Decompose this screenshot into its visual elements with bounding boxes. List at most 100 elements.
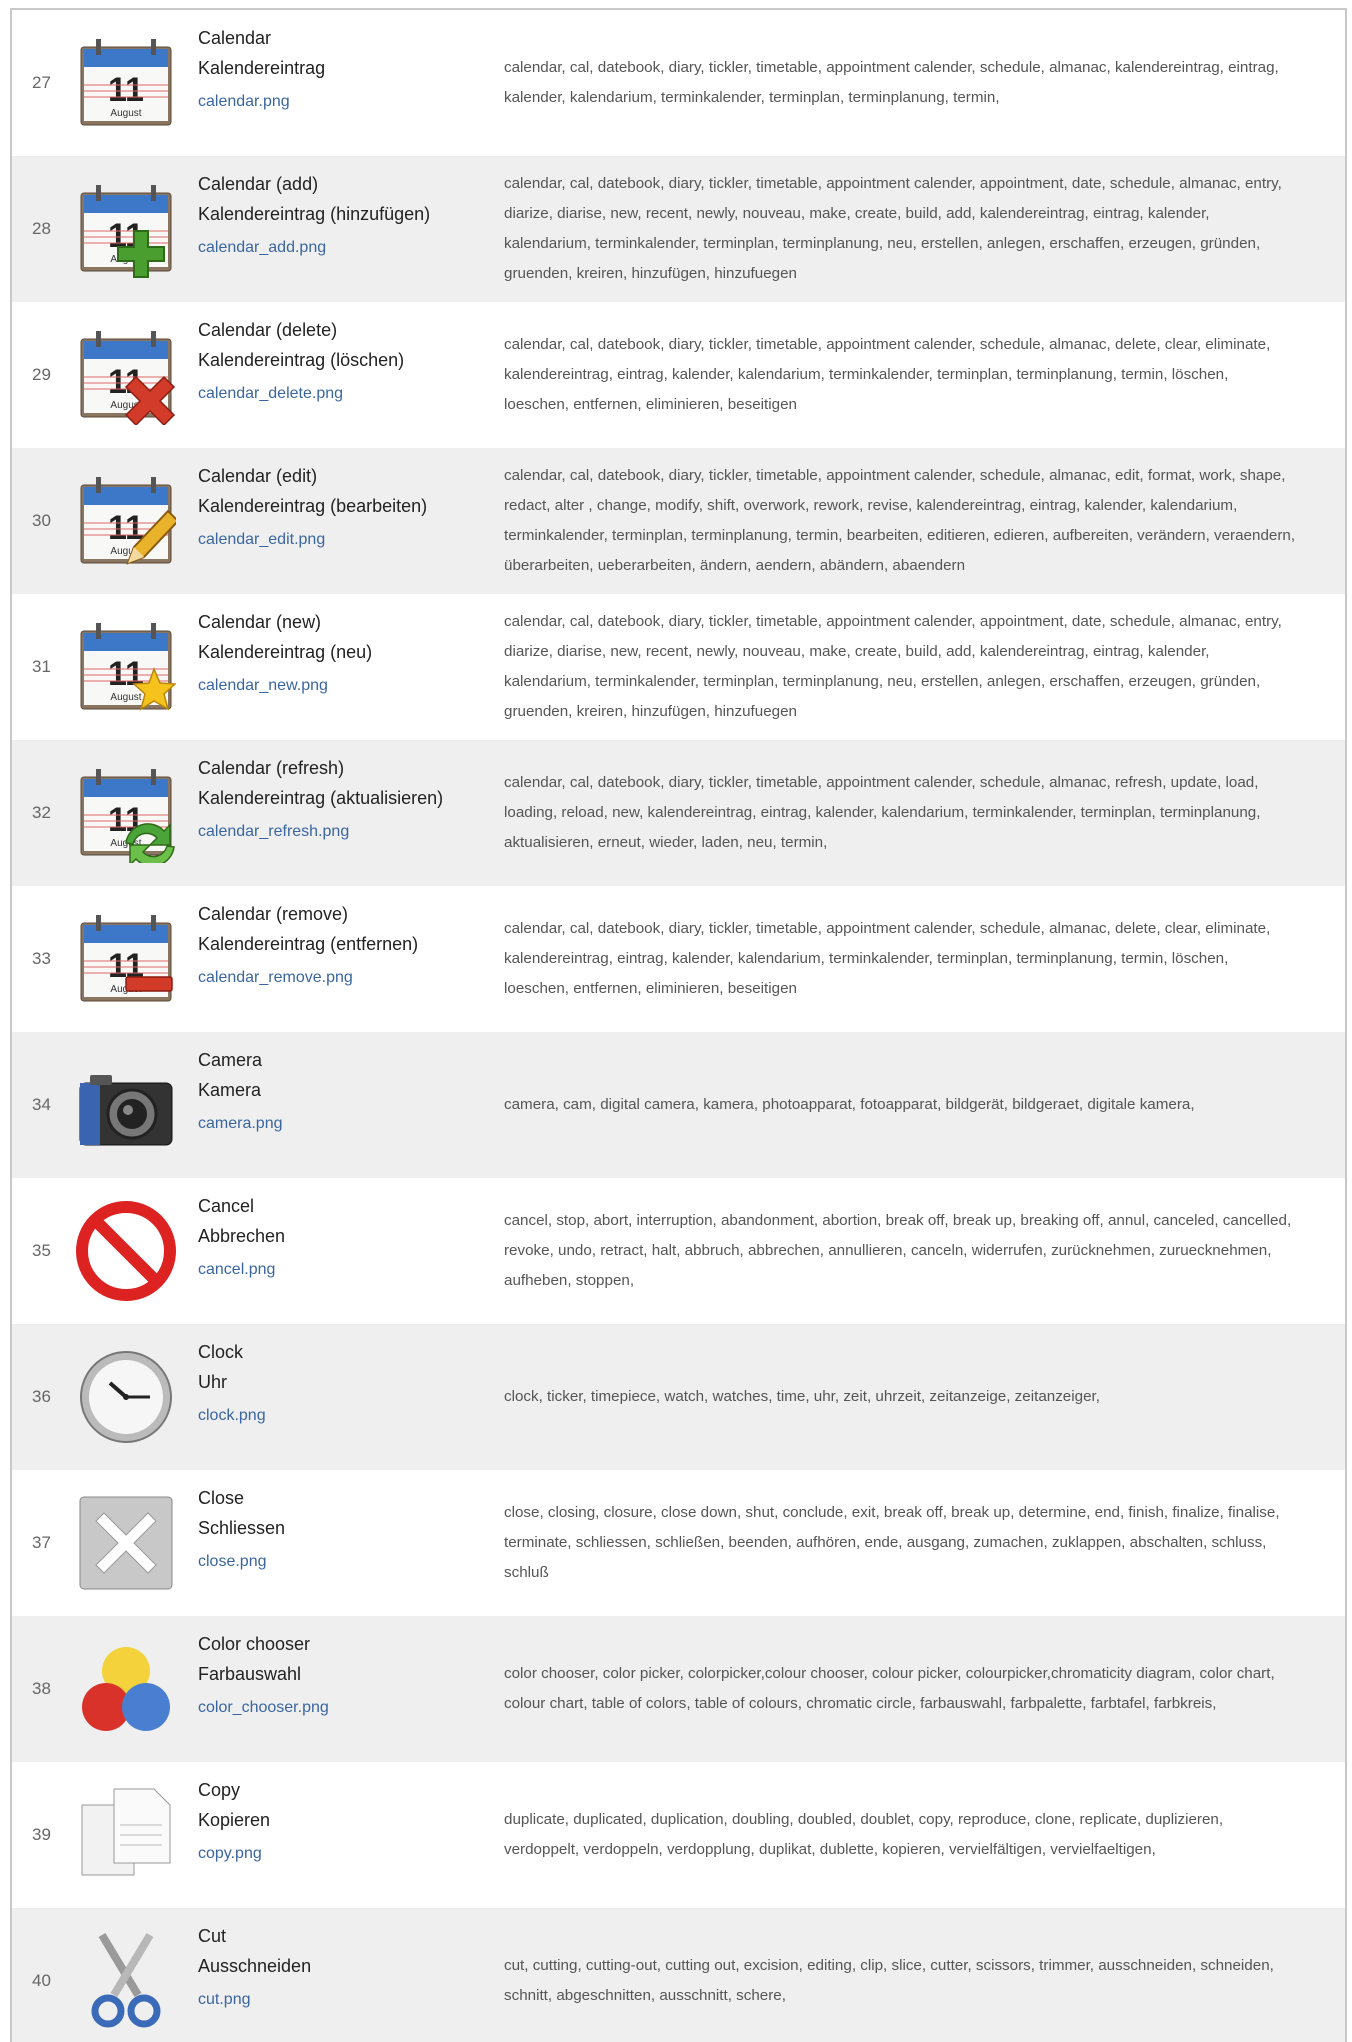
color-chooser-icon (76, 1639, 176, 1739)
icon-title: Clock (198, 1342, 244, 1362)
row-number: 29 (32, 365, 51, 384)
keywords: color chooser, color picker, colorpicker… (504, 1659, 1345, 1719)
keywords: calendar, cal, datebook, diary, tickler,… (504, 53, 1345, 113)
keyword-line: close, closing, closure, close down, shu… (504, 1504, 1280, 1521)
keyword-line: schnitt, abgeschnitten, ausschnitt, sche… (504, 1987, 786, 2004)
table-row: 28 11August Calendar (add) Kalendereintrag … (12, 156, 1345, 302)
close-icon (76, 1493, 176, 1593)
keyword-line: kalender, kalendarium, terminkalender, t… (504, 89, 1000, 106)
row-number: 34 (32, 1095, 51, 1114)
keyword-line: kalendereintrag, eintrag, kalender, kale… (504, 366, 1229, 383)
row-number: 39 (32, 1825, 51, 1844)
file-link[interactable]: cut.png (198, 1991, 250, 2009)
calendar-delete-icon: 11 August (76, 325, 176, 427)
icon-title-de: Kalendereintrag (198, 58, 326, 78)
keyword-line: kalendarium, terminkalender, terminplan,… (504, 673, 1261, 690)
file-link[interactable]: cancel.png (198, 1261, 275, 1279)
icon-title-de: Farbauswahl (198, 1664, 302, 1684)
keyword-line: kalendarium, terminkalender, terminplan,… (504, 235, 1261, 252)
row-number: 33 (32, 949, 51, 968)
file-link[interactable]: calendar_refresh.png (198, 823, 349, 841)
file-link[interactable]: calendar_edit.png (198, 531, 325, 549)
calendar-new-icon: 11 August (76, 617, 177, 717)
keywords: calendar, cal, datebook, diary, tickler,… (504, 169, 1345, 289)
icon-title-de: Kopieren (198, 1810, 271, 1830)
file-link[interactable]: calendar_remove.png (198, 969, 353, 987)
keyword-line: loeschen, entfernen, eliminieren, beseit… (504, 396, 797, 413)
table-row: 34 Camera Kamera camera.png camera, cam, dig… (12, 1032, 1345, 1178)
table-row: 33 11August Calendar (remove) Kalendereintr… (12, 886, 1345, 1032)
icon-title-de: Kalendereintrag (löschen) (198, 350, 405, 370)
icon-title-de: Kalendereintrag (entfernen) (198, 934, 419, 954)
keyword-line: aufheben, stoppen, (504, 1272, 635, 1289)
icon-title: Calendar (add) (198, 174, 319, 194)
keyword-line: cut, cutting, cutting-out, cutting out, … (504, 1957, 1274, 1974)
keyword-line: terminate, schliessen, schließen, beende… (504, 1534, 1267, 1551)
keywords: cancel, stop, abort, interruption, aband… (504, 1206, 1345, 1296)
keyword-line: camera, cam, digital camera, kamera, pho… (504, 1096, 1195, 1113)
svg-text:August: August (110, 108, 141, 119)
keyword-line: calendar, cal, datebook, diary, tickler,… (504, 920, 1271, 937)
keyword-line: color chooser, color picker, colorpicker… (504, 1665, 1275, 1682)
icon-title-de: Ausschneiden (198, 1956, 312, 1976)
keyword-line: calendar, cal, datebook, diary, tickler,… (504, 774, 1259, 791)
scissors-icon (76, 1931, 176, 2031)
keyword-line: revoke, undo, retract, halt, abbruch, ab… (504, 1242, 1272, 1259)
file-link[interactable]: clock.png (198, 1407, 266, 1425)
file-link[interactable]: color_chooser.png (198, 1699, 329, 1717)
table-row: 27 11 August Calendar Kalendereintrag calenda… (12, 10, 1345, 156)
keywords: calendar, cal, datebook, diary, tickler,… (504, 607, 1345, 727)
keywords: calendar, cal, datebook, diary, tickler,… (504, 914, 1345, 1004)
icon-title: Color chooser (198, 1634, 311, 1654)
icon-title: Cut (198, 1926, 227, 1946)
keyword-line: terminkalender, terminplan, terminplanun… (504, 527, 1296, 544)
svg-text:August: August (110, 692, 141, 703)
keywords: calendar, cal, datebook, diary, tickler,… (504, 330, 1345, 420)
row-number: 35 (32, 1241, 51, 1260)
keyword-line: kalendereintrag, eintrag, kalender, kale… (504, 950, 1229, 967)
keywords: clock, ticker, timepiece, watch, watches… (504, 1382, 1345, 1412)
keyword-line: diarize, diarise, new, recent, newly, no… (504, 205, 1210, 222)
file-link[interactable]: calendar_add.png (198, 239, 326, 257)
keyword-line: gruenden, kreiren, hinzufügen, hinzufueg… (504, 703, 797, 720)
row-number: 40 (32, 1971, 51, 1990)
calendar-add-icon: 11August (76, 179, 176, 279)
icon-title-de: Abbrechen (198, 1226, 286, 1246)
keyword-line: verdoppelt, verdoppeln, verdopplung, dup… (504, 1841, 1156, 1858)
table-row: 37 Close Schliessen close.png close, closing… (12, 1470, 1345, 1616)
keyword-line: calendar, cal, datebook, diary, tickler,… (504, 59, 1279, 76)
icon-title: Calendar (refresh) (198, 758, 345, 778)
file-link[interactable]: calendar_new.png (198, 677, 328, 695)
row-number: 37 (32, 1533, 51, 1552)
keyword-line: loeschen, entfernen, eliminieren, beseit… (504, 980, 797, 997)
svg-text:11: 11 (108, 71, 144, 109)
cancel-icon (76, 1201, 176, 1301)
row-number: 28 (32, 219, 51, 238)
file-link[interactable]: calendar_delete.png (198, 385, 343, 403)
keywords: cut, cutting, cutting-out, cutting out, … (504, 1951, 1345, 2011)
icon-title-de: Schliessen (198, 1518, 286, 1538)
file-link[interactable]: copy.png (198, 1845, 262, 1863)
camera-icon (76, 1055, 176, 1155)
icon-title: Calendar (198, 28, 272, 48)
table-row: 29 11 August Calendar (delete) Kalendereintr… (12, 302, 1345, 448)
keyword-line: schluß (504, 1564, 549, 1581)
keyword-line: calendar, cal, datebook, diary, tickler,… (504, 467, 1286, 484)
file-link[interactable]: close.png (198, 1553, 267, 1571)
keyword-line: überarbeiten, ueberarbeiten, ändern, aen… (504, 557, 966, 574)
keywords: calendar, cal, datebook, diary, tickler,… (504, 461, 1345, 581)
icon-title: Calendar (edit) (198, 466, 318, 486)
row-number: 38 (32, 1679, 51, 1698)
row-number: 32 (32, 803, 51, 822)
row-number: 27 (32, 73, 51, 92)
calendar-icon: 11 August (76, 33, 176, 133)
keyword-line: gruenden, kreiren, hinzufügen, hinzufueg… (504, 265, 797, 282)
keywords: camera, cam, digital camera, kamera, pho… (504, 1090, 1345, 1120)
keyword-line: calendar, cal, datebook, diary, tickler,… (504, 336, 1271, 353)
icon-title-de: Kalendereintrag (hinzufügen) (198, 204, 431, 224)
file-link[interactable]: calendar.png (198, 93, 290, 111)
keyword-line: colour chart, table of colors, table of … (504, 1695, 1217, 1712)
file-link[interactable]: camera.png (198, 1115, 283, 1133)
icon-title: Calendar (remove) (198, 904, 349, 924)
keyword-line: redact, alter , change, modify, shift, o… (504, 497, 1238, 514)
